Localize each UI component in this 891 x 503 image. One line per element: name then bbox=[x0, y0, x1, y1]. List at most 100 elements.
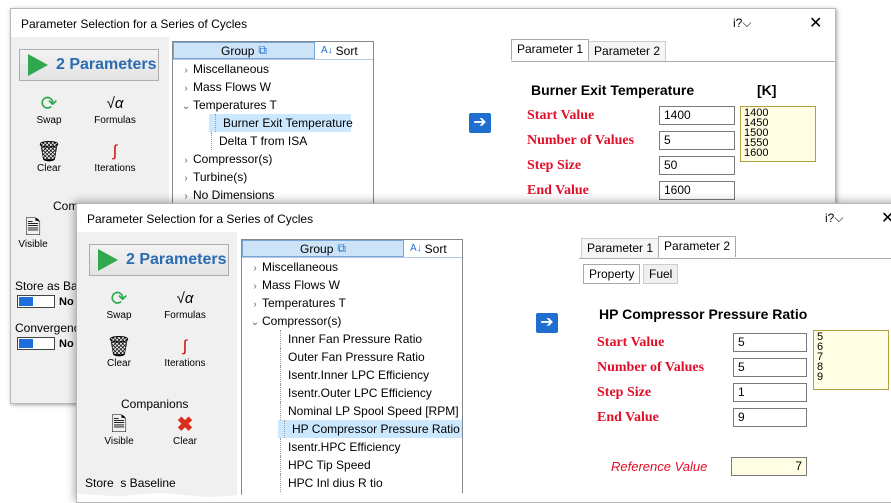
toggle-switch[interactable] bbox=[17, 337, 55, 350]
field-input[interactable]: 1400 bbox=[659, 106, 735, 125]
tree-item[interactable]: HP Compressor Pressure Ratio bbox=[278, 420, 462, 438]
tree-item-label: Compressor(s) bbox=[193, 152, 273, 166]
sort-label: Sort bbox=[335, 43, 358, 58]
value-list-item: 7 bbox=[817, 351, 824, 363]
clear-companions-button[interactable]: ✖ Clear bbox=[155, 414, 215, 447]
group-icon: ⧉ bbox=[337, 241, 346, 255]
tree-rows: › Miscellaneous › Mass Flows W › Temperatures… bbox=[242, 258, 462, 492]
x-icon: ✖ bbox=[176, 414, 194, 436]
parameter-name: Burner Exit Temperature bbox=[531, 82, 695, 98]
document-search-icon: 🗎 bbox=[24, 217, 42, 239]
close-icon[interactable]: ✕ bbox=[881, 208, 891, 228]
tree-item-label: Nominal LP Spool Speed [RPM] bbox=[288, 404, 459, 418]
tab-parameter-1[interactable]: Parameter 1 bbox=[581, 238, 660, 259]
toggle-value: No bbox=[59, 295, 74, 308]
expand-chevron-icon[interactable]: ⌄ bbox=[179, 98, 193, 116]
title-bar: Parameter Selection for a Series of Cycl… bbox=[77, 204, 891, 232]
tree-connector bbox=[280, 474, 284, 492]
tree-connector bbox=[280, 366, 284, 384]
tree-item[interactable]: Delta T from ISA bbox=[173, 132, 373, 150]
tab-parameter-2[interactable]: Parameter 2 bbox=[658, 236, 737, 257]
sort-az-icon: A↓ bbox=[321, 45, 333, 56]
tree-item-label: HPC Tip Speed bbox=[288, 458, 371, 472]
field-input[interactable]: 1 bbox=[733, 383, 807, 402]
close-icon[interactable]: ✕ bbox=[809, 13, 822, 33]
group-label: Group bbox=[300, 241, 334, 256]
tree-item[interactable]: Nominal LP Spool Speed [RPM] bbox=[242, 402, 462, 420]
reference-value-input[interactable]: 7 bbox=[731, 457, 807, 476]
toggle-switch[interactable] bbox=[17, 295, 55, 308]
group-button[interactable]: Group ⧉ bbox=[173, 42, 315, 59]
values-list: 56789 bbox=[813, 330, 889, 390]
iterations-label: Iterations bbox=[94, 163, 136, 174]
field-input[interactable]: 5 bbox=[733, 358, 807, 377]
tree-item[interactable]: › Compressor(s) bbox=[173, 150, 373, 168]
formulas-button[interactable]: √α Formulas bbox=[85, 93, 145, 126]
tree-item[interactable]: Burner Exit Temperature bbox=[209, 114, 353, 132]
sqrt-icon: √α bbox=[106, 95, 124, 112]
tree-item[interactable]: › Turbine(s) bbox=[173, 168, 373, 186]
help-icon[interactable]: i?⌵ bbox=[733, 16, 751, 31]
tree-item[interactable]: › Mass Flows W bbox=[242, 276, 462, 294]
tree-connector bbox=[280, 438, 284, 456]
tree-item[interactable]: › Mass Flows W bbox=[173, 78, 373, 96]
tree-item[interactable]: › Miscellaneous bbox=[173, 60, 373, 78]
field-label: End Value bbox=[597, 410, 659, 425]
run-series-button[interactable]: 2 Parameters bbox=[19, 49, 159, 81]
transfer-arrow-button[interactable]: ➔ bbox=[469, 113, 491, 133]
field-label: Number of Values bbox=[597, 360, 705, 375]
group-label: Group bbox=[221, 43, 255, 58]
tree-item[interactable]: Outer Fan Pressure Ratio bbox=[242, 348, 462, 366]
visible-button[interactable]: 🗎 Visible bbox=[89, 414, 149, 447]
tree-item[interactable]: HPC Inl dius R tio bbox=[242, 474, 462, 492]
field-label: Step Size bbox=[597, 385, 652, 400]
run-series-button[interactable]: 2 Parameters bbox=[89, 244, 229, 276]
visible-label: Visible bbox=[104, 436, 134, 447]
formulas-button[interactable]: √α Formulas bbox=[155, 288, 215, 321]
field-input[interactable]: 50 bbox=[659, 156, 735, 175]
tree-item[interactable]: › Miscellaneous bbox=[242, 258, 462, 276]
tree-item[interactable]: ⌄ Compressor(s) bbox=[242, 312, 462, 330]
play-icon bbox=[28, 54, 48, 76]
tree-item-label: No Dimensions bbox=[193, 188, 275, 202]
tree-item[interactable]: Isentr.Outer LPC Efficiency bbox=[242, 384, 462, 402]
field-input[interactable]: 5 bbox=[733, 333, 807, 352]
formulas-label: Formulas bbox=[164, 310, 206, 321]
tree-item[interactable]: › Temperatures T bbox=[242, 294, 462, 312]
formulas-label: Formulas bbox=[94, 115, 136, 126]
companions-label: Companions bbox=[121, 397, 189, 411]
subtab-fuel[interactable]: Fuel bbox=[643, 264, 679, 284]
sort-button[interactable]: A↓ Sort bbox=[315, 42, 373, 59]
clear-label: Clear bbox=[37, 163, 61, 174]
tree-item[interactable]: ⌄ Temperatures T bbox=[173, 96, 373, 114]
subtab-property[interactable]: Property bbox=[583, 264, 641, 284]
value-list-item: 5 bbox=[817, 331, 824, 343]
transfer-arrow-button[interactable]: ➔ bbox=[536, 313, 558, 333]
tree-item[interactable]: › No Dimensions bbox=[173, 186, 373, 204]
tree-item[interactable]: Isentr.Inner LPC Efficiency bbox=[242, 366, 462, 384]
iterations-button[interactable]: ∫ Iterations bbox=[85, 141, 145, 174]
visible-button[interactable]: 🗎 Visible bbox=[11, 217, 55, 250]
clear-button[interactable]: 🗑 Clear bbox=[89, 336, 149, 369]
tree-item[interactable]: Inner Fan Pressure Ratio bbox=[242, 330, 462, 348]
field-label: Number of Values bbox=[527, 133, 635, 148]
tree-item[interactable]: Isentr.HPC Efficiency bbox=[242, 438, 462, 456]
sort-button[interactable]: A↓ Sort bbox=[404, 240, 462, 257]
swap-button[interactable]: ⟳ Swap bbox=[19, 93, 79, 126]
group-button[interactable]: Group ⧉ bbox=[242, 240, 404, 257]
field-input[interactable]: 1600 bbox=[659, 181, 735, 200]
clear-button[interactable]: 🗑 Clear bbox=[19, 141, 79, 174]
store-baseline-toggle[interactable]: No bbox=[17, 295, 74, 308]
iterations-button[interactable]: ∫ Iterations bbox=[155, 336, 215, 369]
swap-button[interactable]: ⟳ Swap bbox=[89, 288, 149, 321]
tree-item-label: Isentr.Inner LPC Efficiency bbox=[288, 368, 430, 382]
tree-item[interactable]: HPC Tip Speed bbox=[242, 456, 462, 474]
field-input[interactable]: 5 bbox=[659, 131, 735, 150]
convergence-toggle[interactable]: No bbox=[17, 337, 74, 350]
tab-parameter-1[interactable]: Parameter 1 bbox=[511, 39, 590, 60]
visible-label: Visible bbox=[18, 239, 48, 250]
field-input[interactable]: 9 bbox=[733, 408, 807, 427]
tab-parameter-2[interactable]: Parameter 2 bbox=[588, 41, 667, 62]
parameter-pane: Property Fuel HP Compressor Pressure Rat… bbox=[579, 258, 891, 502]
help-icon[interactable]: i?⌵ bbox=[825, 211, 843, 226]
